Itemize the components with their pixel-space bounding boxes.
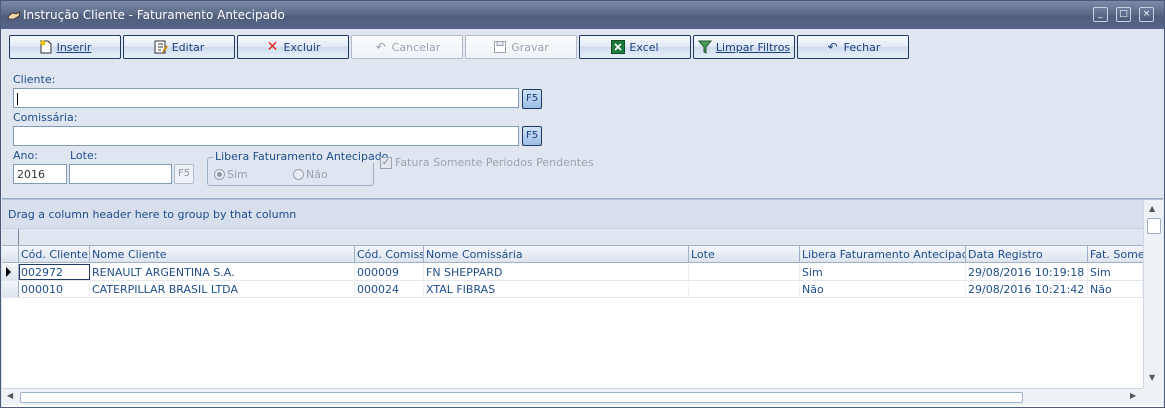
row-indicator: [2, 264, 19, 280]
radio-sim-indicator: [214, 169, 225, 180]
title-bar[interactable]: Instrução Cliente - Faturamento Antecipa…: [1, 1, 1164, 29]
cancel-button[interactable]: ↶ Cancelar: [351, 35, 463, 59]
save-label: Gravar: [511, 40, 549, 54]
clear-filters-label: Limpar Filtros: [715, 40, 791, 54]
app-hand-icon: [7, 11, 21, 20]
table-cell[interactable]: 000024: [355, 281, 424, 297]
table-cell[interactable]: Sim: [1088, 264, 1143, 280]
horizontal-scrollbar[interactable]: ◀ ▶: [2, 388, 1143, 405]
new-document-icon: [39, 40, 53, 54]
clear-filters-button[interactable]: Limpar Filtros: [693, 35, 795, 59]
filter-row[interactable]: [2, 228, 1143, 246]
undo-icon: ↶: [375, 40, 386, 54]
lote-label: Lote:: [70, 149, 98, 162]
window-title: Instrução Cliente - Faturamento Antecipa…: [23, 8, 285, 22]
scroll-up-icon[interactable]: ▲: [1149, 204, 1155, 213]
checkmark-icon: ✓: [380, 156, 392, 169]
table-cell[interactable]: 29/08/2016 10:19:18: [966, 264, 1088, 280]
clear-filter-icon: [697, 40, 712, 54]
fatura-pendentes-checkbox[interactable]: ✓ Fatura Somente Períodos Pendentes: [380, 156, 594, 169]
grid-header: Cód. Cliente Nome Cliente Cód. Comiss. N…: [2, 245, 1143, 263]
radio-nao-indicator: [293, 169, 304, 180]
main-window: Instrução Cliente - Faturamento Antecipa…: [0, 0, 1165, 408]
scroll-right-icon[interactable]: ▶: [1130, 391, 1136, 400]
table-cell[interactable]: RENAULT ARGENTINA S.A.: [90, 264, 355, 280]
edit-document-icon: [154, 40, 168, 54]
fatura-pendentes-label: Fatura Somente Períodos Pendentes: [395, 156, 594, 169]
table-cell[interactable]: FN SHEPPARD: [424, 264, 689, 280]
table-cell[interactable]: 002972: [19, 264, 90, 280]
radio-nao-label: Não: [306, 168, 328, 181]
column-header[interactable]: Cód. Cliente: [19, 246, 90, 263]
excel-icon: [611, 40, 626, 54]
insert-button[interactable]: Inserir: [9, 35, 121, 59]
column-header[interactable]: Libera Faturamento Antecipado: [800, 246, 966, 263]
insert-label: Inserir: [56, 40, 92, 54]
table-cell[interactable]: Sim: [800, 264, 966, 280]
column-header[interactable]: Cód. Comiss.: [355, 246, 424, 263]
edit-label: Editar: [171, 40, 205, 54]
table-cell[interactable]: Não: [800, 281, 966, 297]
scrollbar-corner: [1143, 388, 1163, 405]
column-header[interactable]: Fat. Somen: [1088, 246, 1143, 263]
cancel-label: Cancelar: [391, 40, 441, 54]
data-grid: Drag a column header here to group by th…: [2, 200, 1163, 407]
table-row[interactable]: 000010 CATERPILLAR BRASIL LTDA 000024 XT…: [2, 281, 1143, 298]
save-button[interactable]: Gravar: [465, 35, 577, 59]
cliente-label: Cliente:: [13, 73, 56, 86]
close-button[interactable]: ×: [1139, 7, 1154, 22]
table-cell[interactable]: [689, 264, 800, 280]
header-corner: [2, 246, 19, 263]
scroll-left-icon[interactable]: ◀: [7, 391, 13, 400]
column-header[interactable]: Data Registro: [966, 246, 1088, 263]
undo-icon: ↶: [827, 40, 838, 54]
filter-form: Cliente: F5 Comissária: F5 Ano: 2016 Lot…: [2, 63, 1163, 199]
scroll-down-icon[interactable]: ▼: [1149, 373, 1155, 382]
close-form-button[interactable]: ↶ Fechar: [797, 35, 909, 59]
cliente-lookup-button[interactable]: F5: [522, 89, 542, 109]
minimize-button[interactable]: _: [1093, 7, 1108, 22]
table-cell[interactable]: 000010: [19, 281, 90, 297]
table-cell[interactable]: CATERPILLAR BRASIL LTDA: [90, 281, 355, 297]
vertical-scrollbar[interactable]: ▲ ▼: [1143, 200, 1163, 388]
save-disk-icon: [493, 40, 507, 54]
current-row-arrow-icon: [6, 267, 11, 277]
radio-sim[interactable]: Sim: [214, 168, 248, 181]
radio-nao[interactable]: Não: [293, 168, 328, 181]
cliente-input[interactable]: [13, 88, 519, 108]
table-cell[interactable]: Não: [1088, 281, 1143, 297]
comissaria-lookup-button[interactable]: F5: [522, 126, 542, 146]
libera-group-title: Libera Faturamento Antecipado: [213, 150, 391, 163]
horizontal-scroll-thumb[interactable]: [20, 392, 1023, 403]
lote-input[interactable]: [69, 164, 172, 184]
column-header[interactable]: Nome Cliente: [90, 246, 355, 263]
table-cell[interactable]: XTAL FIBRAS: [424, 281, 689, 297]
vertical-scroll-thumb[interactable]: [1147, 218, 1161, 234]
comissaria-label: Comissária:: [13, 111, 78, 124]
red-x-icon: ✕: [266, 39, 279, 55]
table-row[interactable]: 002972 RENAULT ARGENTINA S.A. 000009 FN …: [2, 264, 1143, 281]
maximize-button[interactable]: □: [1116, 7, 1131, 22]
ano-label: Ano:: [13, 149, 38, 162]
radio-sim-label: Sim: [227, 168, 248, 181]
row-indicator: [2, 281, 19, 297]
column-header[interactable]: Nome Comissária: [424, 246, 689, 263]
toolbar: Inserir Editar ✕ Excluir ↶ Cancelar Grav…: [2, 29, 1163, 63]
edit-button[interactable]: Editar: [123, 35, 235, 59]
table-cell[interactable]: 29/08/2016 10:21:42: [966, 281, 1088, 297]
column-header[interactable]: Lote: [689, 246, 800, 263]
libera-faturamento-group: Libera Faturamento Antecipado Sim Não: [207, 150, 391, 186]
table-cell[interactable]: [689, 281, 800, 297]
ano-input[interactable]: 2016: [13, 164, 67, 184]
lote-lookup-button[interactable]: F5: [174, 164, 194, 184]
comissaria-input[interactable]: [13, 126, 519, 146]
table-cell[interactable]: 000009: [355, 264, 424, 280]
excel-label: Excel: [629, 40, 659, 54]
group-by-panel[interactable]: Drag a column header here to group by th…: [2, 200, 1143, 228]
delete-button[interactable]: ✕ Excluir: [237, 35, 349, 59]
delete-label: Excluir: [283, 40, 321, 54]
close-form-label: Fechar: [843, 40, 881, 54]
excel-button[interactable]: Excel: [579, 35, 691, 59]
